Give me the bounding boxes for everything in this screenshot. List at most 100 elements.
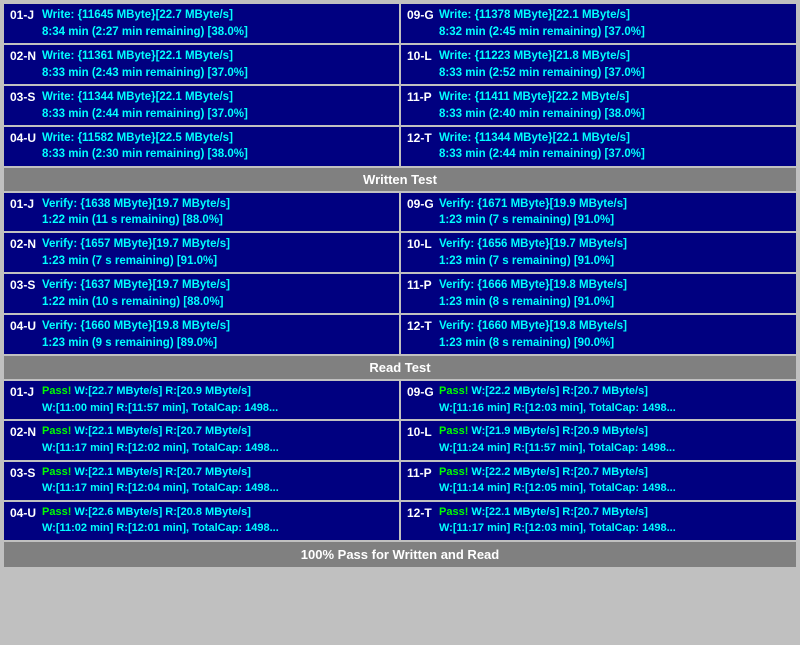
- verify-09G-line2: 1:23 min (7 s remaining) [91.0%]: [407, 212, 790, 228]
- pass-cell-02N: 02-N Pass! W:[22.1 MByte/s] R:[20.7 MByt…: [4, 421, 399, 459]
- pass-cell-11P: 11-P Pass! W:[22.2 MByte/s] R:[20.7 MByt…: [401, 462, 796, 500]
- pass-02N: Pass! W:[22.1 MByte/s] R:[20.7 MByte/s]: [42, 424, 251, 439]
- pass-04U: Pass! W:[22.6 MByte/s] R:[20.8 MByte/s]: [42, 505, 251, 520]
- write-10L-line2: 8:33 min (2:52 min remaining) [37.0%]: [407, 65, 790, 81]
- pass-11P-line2: W:[11:14 min] R:[12:05 min], TotalCap: 1…: [407, 481, 790, 496]
- write-cell-04U: 04-U Write: {11582 MByte}[22.5 MByte/s] …: [4, 127, 399, 166]
- pass-label-12T: 12-T: [407, 505, 439, 522]
- pass-02N-line2: W:[11:17 min] R:[12:02 min], TotalCap: 1…: [10, 441, 393, 456]
- verify-03S-line2: 1:22 min (10 s remaining) [88.0%]: [10, 294, 393, 310]
- write-cell-01J: 01-J Write: {11645 MByte}[22.7 MByte/s] …: [4, 4, 399, 43]
- main-container: 01-J Write: {11645 MByte}[22.7 MByte/s] …: [0, 0, 800, 571]
- label-11P: 11-P: [407, 89, 439, 106]
- write-cell-09G: 09-G Write: {11378 MByte}[22.1 MByte/s] …: [401, 4, 796, 43]
- pass-cell-09G: 09-G Pass! W:[22.2 MByte/s] R:[20.7 MByt…: [401, 381, 796, 419]
- write-09G-line2: 8:32 min (2:45 min remaining) [37.0%]: [407, 24, 790, 40]
- verify-label-03S: 03-S: [10, 277, 42, 294]
- verify-cell-11P: 11-P Verify: {1666 MByte}[19.8 MByte/s] …: [401, 274, 796, 313]
- verify-cell-04U: 04-U Verify: {1660 MByte}[19.8 MByte/s] …: [4, 315, 399, 354]
- verify-01J-line2: 1:22 min (11 s remaining) [88.0%]: [10, 212, 393, 228]
- verify-cell-02N: 02-N Verify: {1657 MByte}[19.7 MByte/s] …: [4, 233, 399, 272]
- pass-03S-line1: W:[22.1 MByte/s] R:[20.7 MByte/s]: [74, 466, 250, 478]
- label-09G: 09-G: [407, 7, 439, 24]
- verify-04U-line2: 1:23 min (9 s remaining) [89.0%]: [10, 335, 393, 351]
- write-10L-line1: Write: {11223 MByte}[21.8 MByte/s]: [439, 48, 790, 64]
- pass-10L-line1: W:[21.9 MByte/s] R:[20.9 MByte/s]: [471, 425, 647, 437]
- label-10L: 10-L: [407, 48, 439, 65]
- pass-12T-line1: W:[22.1 MByte/s] R:[20.7 MByte/s]: [471, 506, 647, 518]
- pass-09G-line2: W:[11:16 min] R:[12:03 min], TotalCap: 1…: [407, 401, 790, 416]
- write-01J-line1: Write: {11645 MByte}[22.7 MByte/s]: [42, 7, 393, 23]
- write-cell-12T: 12-T Write: {11344 MByte}[22.1 MByte/s] …: [401, 127, 796, 166]
- verify-01J-line1: Verify: {1638 MByte}[19.7 MByte/s]: [42, 196, 393, 212]
- verify-label-09G: 09-G: [407, 196, 439, 213]
- pass-09G-status: Pass!: [439, 385, 468, 397]
- read-section: 01-J Pass! W:[22.7 MByte/s] R:[20.9 MByt…: [4, 381, 796, 540]
- write-03S-line2: 8:33 min (2:44 min remaining) [37.0%]: [10, 106, 393, 122]
- pass-12T: Pass! W:[22.1 MByte/s] R:[20.7 MByte/s]: [439, 505, 648, 520]
- pass-01J-line1: W:[22.7 MByte/s] R:[20.9 MByte/s]: [74, 385, 250, 397]
- pass-04U-line1: W:[22.6 MByte/s] R:[20.8 MByte/s]: [74, 506, 250, 518]
- write-cell-11P: 11-P Write: {11411 MByte}[22.2 MByte/s] …: [401, 86, 796, 125]
- verify-cell-01J: 01-J Verify: {1638 MByte}[19.7 MByte/s] …: [4, 193, 399, 232]
- pass-09G: Pass! W:[22.2 MByte/s] R:[20.7 MByte/s]: [439, 384, 648, 399]
- pass-label-04U: 04-U: [10, 505, 42, 522]
- verify-10L-line1: Verify: {1656 MByte}[19.7 MByte/s]: [439, 236, 790, 252]
- pass-11P-status: Pass!: [439, 466, 468, 478]
- verify-03S-line1: Verify: {1637 MByte}[19.7 MByte/s]: [42, 277, 393, 293]
- read-test-header: Read Test: [4, 356, 796, 379]
- write-03S-line1: Write: {11344 MByte}[22.1 MByte/s]: [42, 89, 393, 105]
- verify-11P-line2: 1:23 min (8 s remaining) [91.0%]: [407, 294, 790, 310]
- pass-10L-status: Pass!: [439, 425, 468, 437]
- verify-cell-03S: 03-S Verify: {1637 MByte}[19.7 MByte/s] …: [4, 274, 399, 313]
- pass-cell-10L: 10-L Pass! W:[21.9 MByte/s] R:[20.9 MByt…: [401, 421, 796, 459]
- verify-02N-line1: Verify: {1657 MByte}[19.7 MByte/s]: [42, 236, 393, 252]
- verify-cell-09G: 09-G Verify: {1671 MByte}[19.9 MByte/s] …: [401, 193, 796, 232]
- pass-01J: Pass! W:[22.7 MByte/s] R:[20.9 MByte/s]: [42, 384, 251, 399]
- pass-03S-status: Pass!: [42, 466, 71, 478]
- pass-02N-status: Pass!: [42, 425, 71, 437]
- write-02N-line1: Write: {11361 MByte}[22.1 MByte/s]: [42, 48, 393, 64]
- pass-label-10L: 10-L: [407, 424, 439, 441]
- verify-04U-line1: Verify: {1660 MByte}[19.8 MByte/s]: [42, 318, 393, 334]
- pass-04U-line2: W:[11:02 min] R:[12:01 min], TotalCap: 1…: [10, 521, 393, 536]
- write-11P-line2: 8:33 min (2:40 min remaining) [38.0%]: [407, 106, 790, 122]
- write-09G-line1: Write: {11378 MByte}[22.1 MByte/s]: [439, 7, 790, 23]
- pass-cell-01J: 01-J Pass! W:[22.7 MByte/s] R:[20.9 MByt…: [4, 381, 399, 419]
- verify-label-04U: 04-U: [10, 318, 42, 335]
- pass-cell-12T: 12-T Pass! W:[22.1 MByte/s] R:[20.7 MByt…: [401, 502, 796, 540]
- pass-10L: Pass! W:[21.9 MByte/s] R:[20.9 MByte/s]: [439, 424, 648, 439]
- footer-bar: 100% Pass for Written and Read: [4, 542, 796, 567]
- written-test-header: Written Test: [4, 168, 796, 191]
- write-section: 01-J Write: {11645 MByte}[22.7 MByte/s] …: [4, 4, 796, 166]
- write-11P-line1: Write: {11411 MByte}[22.2 MByte/s]: [439, 89, 790, 105]
- pass-label-02N: 02-N: [10, 424, 42, 441]
- pass-04U-status: Pass!: [42, 506, 71, 518]
- pass-11P: Pass! W:[22.2 MByte/s] R:[20.7 MByte/s]: [439, 465, 648, 480]
- pass-label-11P: 11-P: [407, 465, 439, 482]
- pass-cell-03S: 03-S Pass! W:[22.1 MByte/s] R:[20.7 MByt…: [4, 462, 399, 500]
- label-01J: 01-J: [10, 7, 42, 24]
- verify-label-01J: 01-J: [10, 196, 42, 213]
- pass-label-09G: 09-G: [407, 384, 439, 401]
- pass-02N-line1: W:[22.1 MByte/s] R:[20.7 MByte/s]: [74, 425, 250, 437]
- write-cell-03S: 03-S Write: {11344 MByte}[22.1 MByte/s] …: [4, 86, 399, 125]
- write-12T-line2: 8:33 min (2:44 min remaining) [37.0%]: [407, 146, 790, 162]
- write-cell-10L: 10-L Write: {11223 MByte}[21.8 MByte/s] …: [401, 45, 796, 84]
- write-04U-line1: Write: {11582 MByte}[22.5 MByte/s]: [42, 130, 393, 146]
- write-01J-line2: 8:34 min (2:27 min remaining) [38.0%]: [10, 24, 393, 40]
- verify-cell-12T: 12-T Verify: {1660 MByte}[19.8 MByte/s] …: [401, 315, 796, 354]
- verify-label-02N: 02-N: [10, 236, 42, 253]
- label-03S: 03-S: [10, 89, 42, 106]
- verify-cell-10L: 10-L Verify: {1656 MByte}[19.7 MByte/s] …: [401, 233, 796, 272]
- verify-section: 01-J Verify: {1638 MByte}[19.7 MByte/s] …: [4, 193, 796, 355]
- write-04U-line2: 8:33 min (2:30 min remaining) [38.0%]: [10, 146, 393, 162]
- write-02N-line2: 8:33 min (2:43 min remaining) [37.0%]: [10, 65, 393, 81]
- verify-label-11P: 11-P: [407, 277, 439, 294]
- pass-label-03S: 03-S: [10, 465, 42, 482]
- pass-03S: Pass! W:[22.1 MByte/s] R:[20.7 MByte/s]: [42, 465, 251, 480]
- verify-09G-line1: Verify: {1671 MByte}[19.9 MByte/s]: [439, 196, 790, 212]
- verify-label-12T: 12-T: [407, 318, 439, 335]
- verify-label-10L: 10-L: [407, 236, 439, 253]
- pass-01J-status: Pass!: [42, 385, 71, 397]
